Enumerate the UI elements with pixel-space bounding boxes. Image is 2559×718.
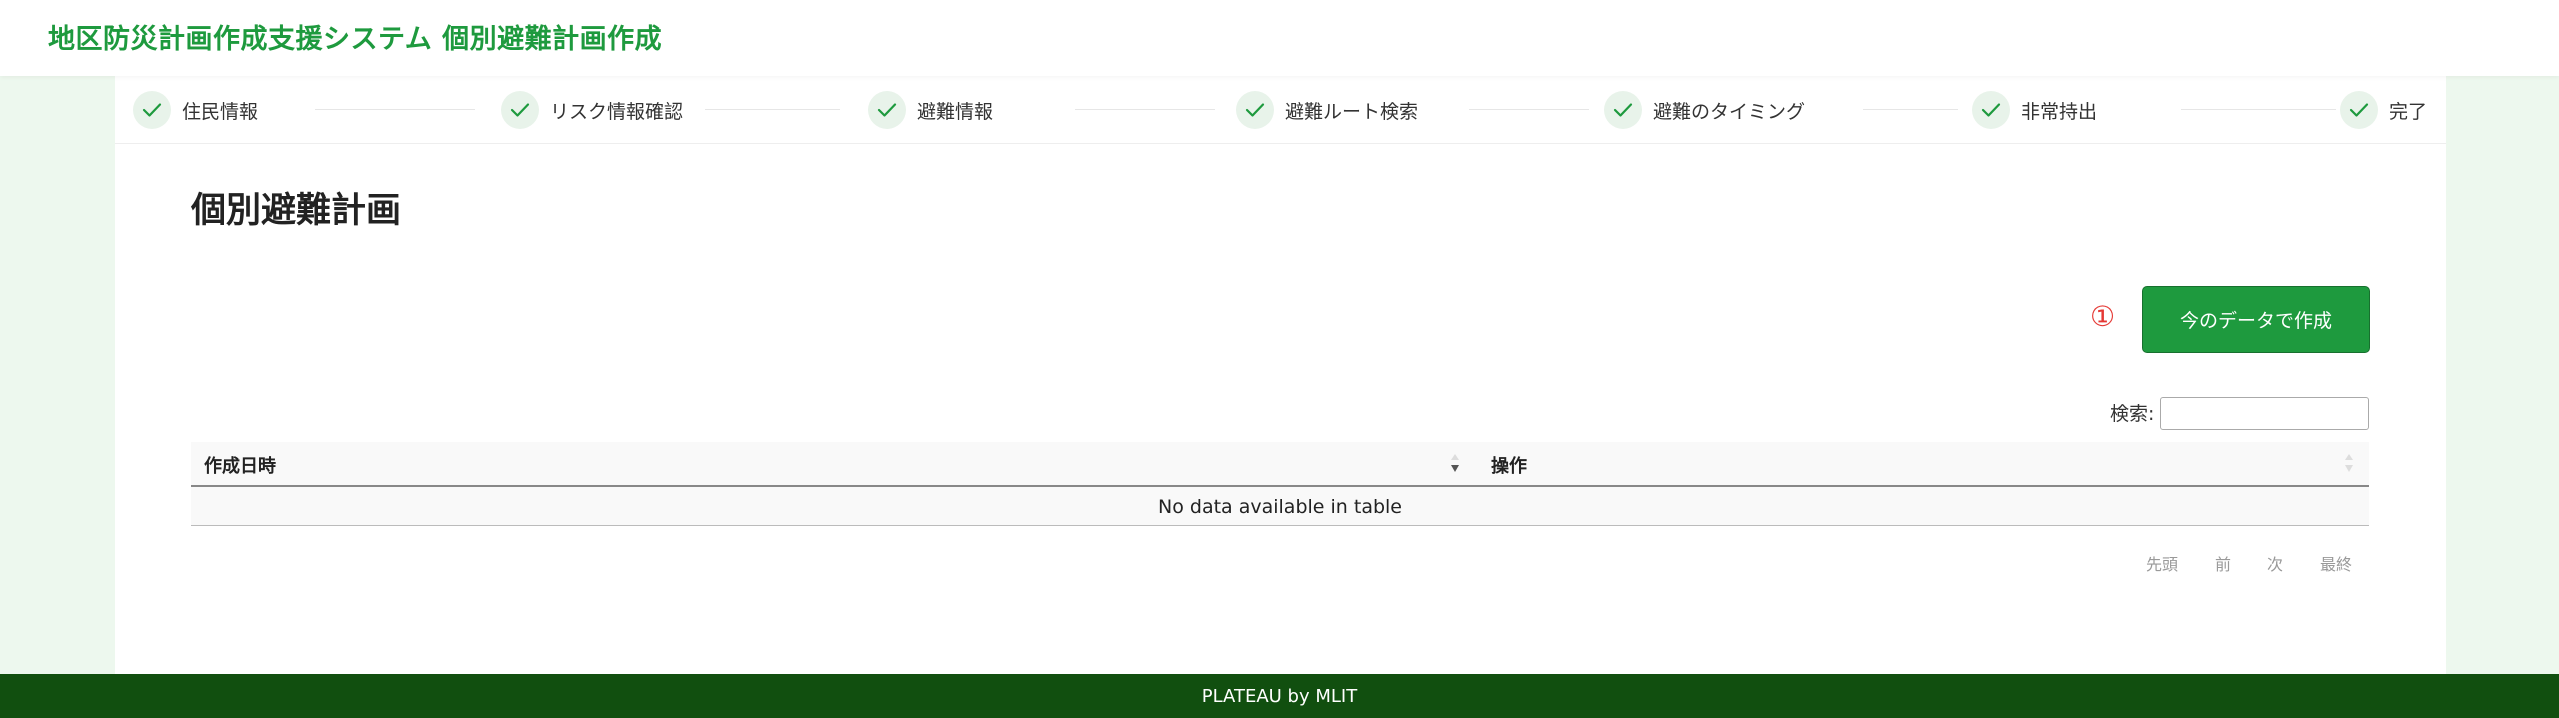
check-icon <box>868 91 906 129</box>
step-risk-check[interactable]: リスク情報確認 <box>501 90 683 130</box>
footer-text: PLATEAU by MLIT <box>1201 685 1358 707</box>
column-header-label: 作成日時 <box>204 455 276 477</box>
search-label: 検索: <box>2110 403 2155 425</box>
sort-both-icon[interactable] <box>2343 453 2355 473</box>
plans-table: 作成日時 操作 No data available in table <box>191 442 2369 526</box>
table-header: 作成日時 操作 <box>191 442 2369 487</box>
app-title: 地区防災計画作成支援システム 個別避難計画作成 <box>48 24 663 55</box>
step-resident-info[interactable]: 住民情報 <box>133 90 258 130</box>
create-with-current-data-button[interactable]: 今のデータで作成 <box>2142 286 2370 353</box>
step-label: リスク情報確認 <box>550 100 684 123</box>
step-label: 避難情報 <box>917 100 994 123</box>
sort-descending-icon[interactable] <box>1449 453 1461 473</box>
column-header-label: 操作 <box>1491 455 1527 477</box>
page-footer: PLATEAU by MLIT <box>0 674 2559 718</box>
progress-stepper: 住民情報 リスク情報確認 避難情報 避難ルート検索 避難のタイミング 非常持出 … <box>115 76 2446 144</box>
check-icon <box>2340 91 2378 129</box>
step-connector <box>1469 109 1589 110</box>
check-icon <box>1236 91 1274 129</box>
pagination-first[interactable]: 先頭 <box>2146 551 2178 575</box>
table-row-empty: No data available in table <box>191 487 2369 526</box>
annotation-marker: ① <box>2090 300 2116 333</box>
step-connector <box>315 109 475 110</box>
step-label: 住民情報 <box>182 100 259 123</box>
step-emergency-supplies[interactable]: 非常持出 <box>1972 90 2097 130</box>
step-evacuation-info[interactable]: 避難情報 <box>868 90 993 130</box>
pagination-last[interactable]: 最終 <box>2320 551 2352 575</box>
step-complete[interactable]: 完了 <box>2340 90 2427 130</box>
main-panel: 住民情報 リスク情報確認 避難情報 避難ルート検索 避難のタイミング 非常持出 … <box>115 76 2446 674</box>
pagination-next[interactable]: 次 <box>2267 551 2283 575</box>
step-evacuation-timing[interactable]: 避難のタイミング <box>1604 90 1805 130</box>
column-header-actions[interactable]: 操作 <box>1491 442 2351 487</box>
empty-table-message: No data available in table <box>1158 495 1402 518</box>
step-route-search[interactable]: 避難ルート検索 <box>1236 90 1418 130</box>
step-connector <box>1863 109 1958 110</box>
step-label: 避難ルート検索 <box>1285 100 1419 123</box>
step-connector <box>2181 109 2336 110</box>
check-icon <box>501 91 539 129</box>
page-title: 個別避難計画 <box>191 191 402 231</box>
step-label: 避難のタイミング <box>1653 100 1806 123</box>
pagination-previous[interactable]: 前 <box>2215 551 2231 575</box>
step-connector <box>1075 109 1215 110</box>
search-input[interactable] <box>2160 397 2369 430</box>
step-label: 非常持出 <box>2021 100 2098 123</box>
check-icon <box>133 91 171 129</box>
app-header: 地区防災計画作成支援システム 個別避難計画作成 <box>0 0 2559 76</box>
check-icon <box>1972 91 2010 129</box>
step-connector <box>705 109 840 110</box>
step-label: 完了 <box>2389 100 2428 123</box>
check-icon <box>1604 91 1642 129</box>
column-header-created-at[interactable]: 作成日時 <box>204 442 1474 487</box>
